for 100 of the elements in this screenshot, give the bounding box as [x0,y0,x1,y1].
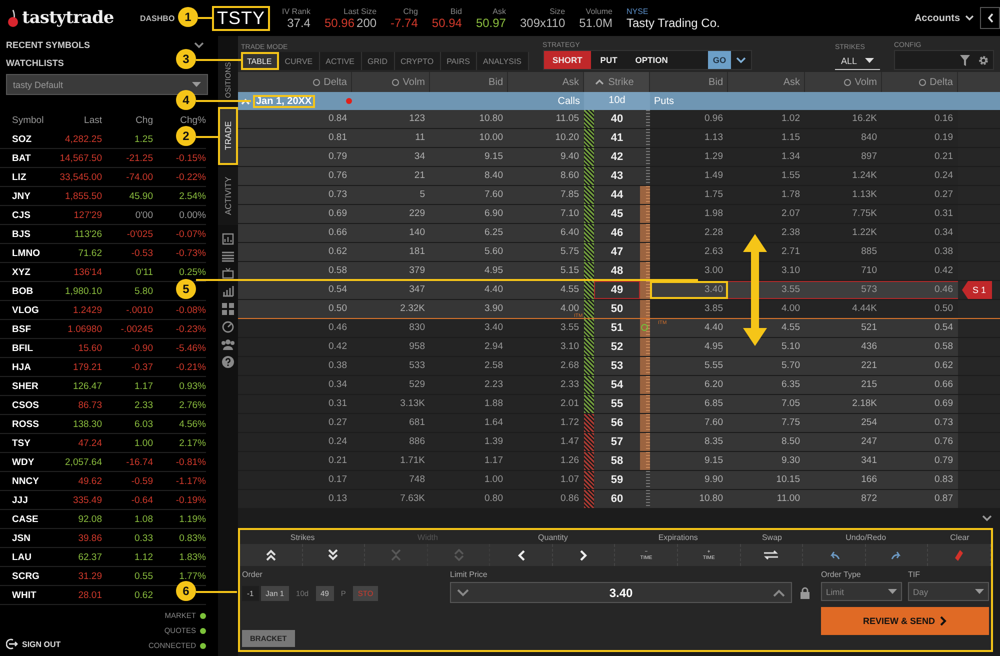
symbol-cell[interactable]: CSOS [12,400,50,410]
option-row[interactable]: 0.84 123 10.80 11.05 40 0.96 1.02 16.2K 0.16 [238,110,1000,129]
column-header[interactable]: Chg [102,115,153,126]
strike-cell[interactable]: 43 [594,167,640,185]
config-field[interactable] [894,50,994,70]
option-row[interactable]: 0.27 681 1.64 1.72 56 7.60 7.75 254 0.73 [238,414,1000,433]
symbol-cell[interactable]: WDY [12,456,50,468]
strike-cell[interactable]: 57 [594,433,640,451]
option-row[interactable]: 0.58 379 4.95 5.15 48 3.00 3.10 710 0.42 [238,262,1000,281]
side-tab[interactable]: TRADE [218,107,238,165]
chevron-up-icon[interactable] [772,588,785,596]
symbol-cell[interactable]: NNCY [12,476,50,486]
symbol-cell[interactable]: SOZ [12,134,50,144]
symbol-cell[interactable]: TSY [12,438,50,448]
side-tab[interactable]: ACTIVITY [218,167,238,225]
chevron-down-icon[interactable] [457,588,469,596]
gauge-icon[interactable] [222,321,234,333]
strike-cell[interactable]: 42 [594,148,640,166]
symbol-cell[interactable]: BJS [12,228,50,240]
settings-icon[interactable] [978,54,989,66]
option-row[interactable]: 0.34 529 2.23 2.33 54 6.20 6.35 215 0.66 [238,376,1000,395]
symbol-cell[interactable]: BOB [12,286,50,296]
people-icon[interactable] [221,339,235,350]
symbol-cell[interactable]: BAT [12,152,50,164]
strike-cell[interactable]: 49 [594,281,640,299]
strike-cell[interactable]: 40 [594,110,640,128]
symbol-cell[interactable]: WHIT [12,590,50,600]
watchlist-dropdown[interactable]: tasty Default [6,74,208,95]
strategy-button[interactable]: PUT [591,51,626,69]
dashboard-menu[interactable]: DASHBO [140,14,176,22]
strike-cell[interactable]: 59 [594,471,640,489]
symbol-cell[interactable]: CASE [12,514,50,524]
strategy-button[interactable]: OPTION [626,51,708,69]
strike-cell[interactable]: 48 [594,262,640,280]
option-row[interactable]: 0.54 347 4.40 4.55 49 3.40 3.55 573 0.46 S 1 [238,281,1000,300]
symbol-cell[interactable]: JNY [12,190,50,202]
strike-cell[interactable]: 53 [594,357,640,375]
chevron-down-icon[interactable] [982,514,992,522]
column-header[interactable]: Chg% [153,115,206,126]
symbol-cell[interactable]: JJJ [12,494,50,506]
option-row[interactable]: 0.76 21 8.40 8.60 43 1.49 1.55 1.24K 0.24 [238,167,1000,186]
option-row[interactable]: 0.81 11 10.00 10.20 41 1.13 1.15 840 0.19 [238,129,1000,148]
strike-cell[interactable]: 55 [594,395,640,413]
strike-cell[interactable]: 41 [594,129,640,147]
symbol-cell[interactable]: SCRG [12,570,50,582]
column-header[interactable]: Last [50,115,102,126]
trade-mode-tab[interactable]: PAIRS [440,52,477,70]
chart-icon[interactable] [222,233,234,245]
option-row[interactable]: 0.17 748 1.00 1.07 59 9.90 10.15 166 0.83 [238,471,1000,490]
symbol-cell[interactable]: LAU [12,552,50,562]
option-row[interactable]: 0.79 34 9.15 9.40 42 1.29 1.34 897 0.21 [238,148,1000,167]
option-row[interactable]: 0.62 181 5.60 5.75 47 2.63 2.71 885 0.38 [238,243,1000,262]
symbol-field[interactable]: TSTY [212,6,270,30]
trade-mode-tab[interactable]: TABLE [241,52,279,70]
lock-icon[interactable] [800,586,810,598]
position-tag[interactable]: S 1 [962,281,992,299]
recent-symbols-header[interactable]: RECENT SYMBOLS [6,40,90,50]
brand-logo[interactable]: tastytrade [22,8,114,28]
strike-cell[interactable]: 52 [594,338,640,356]
option-row[interactable]: 0.24 886 1.39 1.47 57 8.35 8.50 247 0.76 [238,433,1000,452]
symbol-cell[interactable]: LMNO [12,248,50,258]
trade-mode-tab[interactable]: ANALYSIS [476,52,529,70]
option-row[interactable]: 0.21 1.71K 1.17 1.26 58 9.15 9.30 341 0.79 [238,452,1000,471]
option-row[interactable]: 0.73 5 7.60 7.85 44 1.75 1.78 1.13K 0.27 [238,186,1000,205]
trade-mode-tab[interactable]: GRID [362,52,395,70]
accounts-menu[interactable]: Accounts [914,12,974,24]
symbol-cell[interactable]: BFIL [12,342,50,354]
grid-icon[interactable] [222,303,234,315]
strike-cell[interactable]: 47 [594,243,640,261]
limit-price-field[interactable]: 3.40 [450,582,792,603]
sign-out-button[interactable]: SIGN OUT [6,638,61,650]
symbol-cell[interactable]: SHER [12,380,50,392]
strike-cell[interactable]: 45 [594,205,640,223]
option-row[interactable]: 0.42 958 2.94 3.10 52 4.95 5.10 436 0.58 [238,338,1000,357]
strike-cell[interactable]: 58 [594,452,640,470]
go-button[interactable]: GO [708,51,732,69]
strike-cell[interactable]: 56 [594,414,640,432]
trade-mode-tab[interactable]: ACTIVE [320,52,362,70]
option-row[interactable]: 0.13 7.63K 0.80 0.86 60 10.80 11.00 872 0.87 [238,490,1000,509]
option-row[interactable]: 0.66 140 6.25 6.40 46 2.28 2.38 1.22K 0.34 [238,224,1000,243]
trade-mode-tab[interactable]: CURVE [278,52,320,70]
strike-cell[interactable]: 44 [594,186,640,204]
symbol-cell[interactable]: BSF [12,324,50,334]
chevron-down-icon[interactable] [194,42,204,48]
tif-dropdown[interactable]: Day [908,582,989,601]
strike-cell[interactable]: 50 [594,300,640,318]
symbol-cell[interactable]: CJS [12,210,50,220]
collapse-panel-button[interactable] [980,7,1000,29]
trade-mode-tab[interactable]: CRYPTO [394,52,441,70]
list-icon[interactable] [222,251,234,262]
help-icon[interactable] [222,356,234,368]
symbol-cell[interactable]: HJA [12,362,50,372]
collapse-caret-icon[interactable] [241,98,250,104]
option-row[interactable]: 0.69 229 6.90 7.10 45 1.98 2.07 7.75K 0.31 [238,205,1000,224]
bar-chart-icon[interactable] [222,285,234,297]
review-and-send-button[interactable]: REVIEW & SEND [821,607,989,635]
option-row[interactable]: 0.31 3.13K 1.88 2.01 55 6.85 7.05 2.18K 0.69 [238,395,1000,414]
tv-icon[interactable] [222,268,234,279]
symbol-cell[interactable]: XYZ [12,266,50,278]
symbol-cell[interactable]: LIZ [12,172,50,182]
